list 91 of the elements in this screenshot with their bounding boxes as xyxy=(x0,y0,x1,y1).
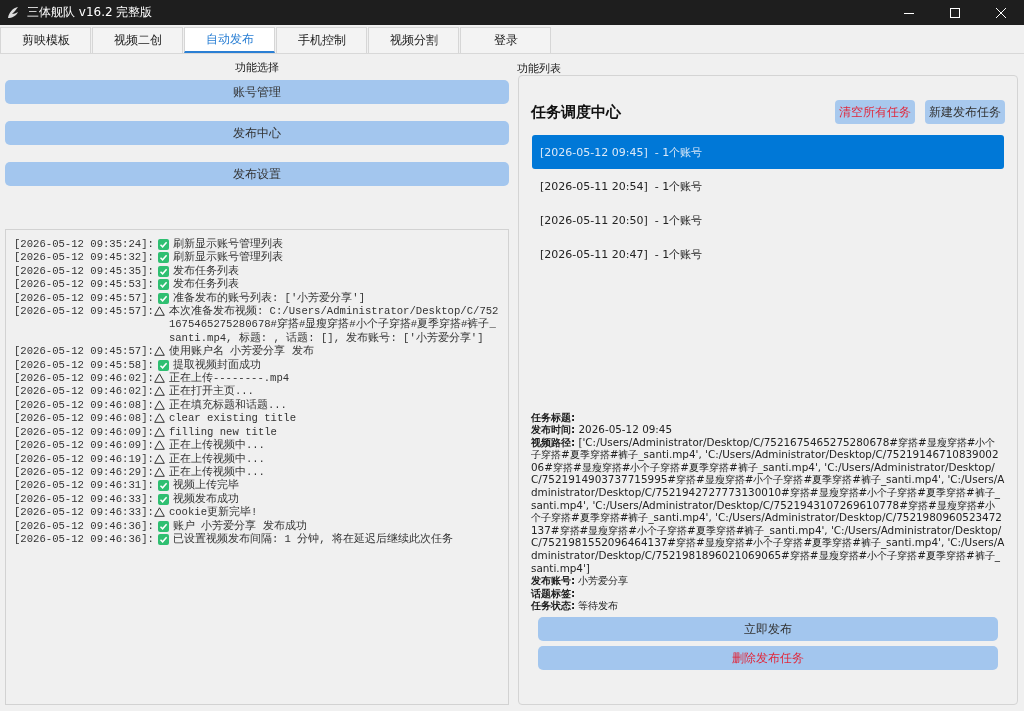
maximize-icon xyxy=(950,7,960,18)
check-icon xyxy=(157,520,169,532)
warning-icon xyxy=(153,373,165,384)
function-button[interactable]: 账号管理 xyxy=(5,80,509,104)
warning-icon xyxy=(153,399,165,410)
log-timestamp: [2026-05-12 09:45:57]: xyxy=(14,345,154,359)
log-timestamp: [2026-05-12 09:45:53]: xyxy=(14,278,154,292)
warning-icon xyxy=(153,386,165,397)
log-timestamp: [2026-05-12 09:45:57]: xyxy=(14,305,154,319)
warning-icon xyxy=(153,426,165,437)
log-message: filling new title xyxy=(168,425,278,439)
check-icon xyxy=(157,252,169,264)
warning-icon xyxy=(153,306,165,317)
warning-icon xyxy=(153,507,165,518)
check-icon xyxy=(157,239,169,250)
check-icon xyxy=(157,480,169,492)
log-message: 正在上传视频中... xyxy=(168,439,266,453)
task-item[interactable]: [2026-05-11 20:47] - 1个账号 xyxy=(532,237,1004,271)
log-message: cookie更新完毕! xyxy=(168,506,259,520)
task-item[interactable]: [2026-05-12 09:45] - 1个账号 xyxy=(532,135,1004,169)
warning-icon xyxy=(153,413,165,424)
tab[interactable]: 视频二创 xyxy=(92,27,183,53)
warning-icon xyxy=(153,440,165,451)
tab[interactable]: 视频分割 xyxy=(368,27,459,53)
task-detail: 发布账号: 小芳爱分享 xyxy=(531,574,630,587)
task-detail: 话题标签: xyxy=(531,586,577,600)
log-timestamp: [2026-05-12 09:46:33]: xyxy=(14,506,154,520)
function-button[interactable]: 发布设置 xyxy=(5,162,509,186)
log-message: 发布任务列表 xyxy=(172,278,240,292)
task-detail: 任务状态: 等待发布 xyxy=(531,599,620,612)
tab[interactable]: 剪映模板 xyxy=(0,27,91,53)
log-timestamp: [2026-05-12 09:46:36]: xyxy=(14,532,154,547)
check-icon xyxy=(157,493,169,505)
check-icon xyxy=(157,265,169,277)
log-message: 使用账户名 小芳爱分享 发布 xyxy=(168,345,315,359)
log-timestamp: [2026-05-12 09:46:33]: xyxy=(14,492,154,507)
task-detail: 视频路径: ['C:/Users/Administrator/Desktop/C/7521675465275280678#穿搭#显瘦穿搭#小个子穿搭#夏季穿搭#裤子_santi.mp4', 'C:/Users/Administrator/Desktop/C/7521914671083900206#穿搭#显瘦穿搭#小个子穿搭#夏季穿搭#裤子_santi.mp4', 'C:/Users/Administrator/Desktop/C/7521914903737715995#穿搭#显瘦穿搭#小个子穿搭#夏季穿搭#裤子_santi.mp4', 'C:/Users/Administrator/Desktop/C/7521942727773130010#穿搭#显瘦穿搭#小个子穿搭#夏季穿搭#裤子_santi.mp4', 'C:/Users/Administrator/Desktop/C/7521943107269610778#穿搭#显瘦穿搭#小个子穿搭#夏季穿搭#裤子_santi.mp4', 'C:/Users/Administrator/Desktop/C/7521980960523472137#穿搭#显瘦穿搭#小个子穿搭#夏季穿搭#裤子_santi.mp4', 'C:/Users/Administrator/Desktop/C/7521981552096464137#穿搭#显瘦穿搭#小个子穿搭#夏季穿搭#裤子_santi.mp4', 'C:/Users/Administrator/Desktop/C/7521981896021069065#穿搭#显瘦穿搭#小个子穿搭#夏季穿搭#裤子_santi.mp4'] xyxy=(531,435,1005,575)
warning-icon xyxy=(153,453,165,464)
panel-heading: 任务调度中心 xyxy=(531,102,622,122)
warning-icon xyxy=(153,466,165,477)
check-icon xyxy=(157,279,169,291)
section-title: 功能选择 xyxy=(235,60,279,76)
log-message: 正在上传视频中... xyxy=(168,452,266,466)
log-message: 视频上传完毕 xyxy=(172,479,240,493)
log-timestamp: [2026-05-12 09:46:08]: xyxy=(14,398,154,413)
log-message: 刷新显示账号管理列表 xyxy=(172,238,284,251)
group-title: 功能列表 xyxy=(517,61,562,75)
check-icon xyxy=(157,292,169,304)
log-timestamp: [2026-05-12 09:46:02]: xyxy=(14,385,154,399)
log-timestamp: [2026-05-12 09:46:02]: xyxy=(14,372,154,386)
tab[interactable]: 登录 xyxy=(460,27,551,53)
warning-icon xyxy=(153,346,165,357)
task-item[interactable]: [2026-05-11 20:50] - 1个账号 xyxy=(532,203,1004,237)
function-button[interactable]: 发布中心 xyxy=(5,121,509,145)
log-message: 正在上传--------.mp4 xyxy=(168,372,291,385)
close-icon xyxy=(996,7,1006,18)
task-detail: 发布时间: 2026-05-12 09:45 xyxy=(531,423,674,436)
log-message: 发布任务列表 xyxy=(172,264,240,278)
log-timestamp: [2026-05-12 09:46:29]: xyxy=(14,465,154,480)
log-timestamp: [2026-05-12 09:46:08]: xyxy=(14,412,154,426)
log-message: 视频发布成功 xyxy=(172,492,240,506)
log-message: 本次准备发布视频: C:/Users/Administrator/Desktop/C/7521675465275280678#穿搭#显瘦穿搭#小个子穿搭#夏季穿搭#裤子_santi.mp4, 标题: , 话题: [], 发布账号: ['小芳爱分享'] xyxy=(168,305,500,345)
log-timestamp: [2026-05-12 09:45:32]: xyxy=(14,251,154,265)
log-message: 提取视频封面成功 xyxy=(172,358,262,372)
tab[interactable]: 自动发布 xyxy=(184,27,275,53)
log-timestamp: [2026-05-12 09:46:36]: xyxy=(14,519,154,533)
check-icon xyxy=(157,533,169,545)
tab[interactable]: 手机控制 xyxy=(276,27,367,53)
task-item[interactable]: [2026-05-11 20:54] - 1个账号 xyxy=(532,169,1004,203)
log-message: clear existing title xyxy=(168,412,298,426)
check-icon xyxy=(157,359,169,371)
log-message: 准备发布的账号列表: ['小芳爱分享'] xyxy=(172,291,367,305)
publish-now-button[interactable]: 立即发布 xyxy=(538,617,998,641)
log-timestamp: [2026-05-12 09:45:35]: xyxy=(14,264,154,279)
log-timestamp: [2026-05-12 09:46:09]: xyxy=(14,425,154,440)
log-message: 正在上传视频中... xyxy=(168,465,266,479)
app-logo-icon xyxy=(6,5,20,20)
new-task-button[interactable]: 新建发布任务 xyxy=(925,100,1005,124)
log-message: 账户 小芳爱分享 发布成功 xyxy=(172,519,308,533)
log-message: 已设置视频发布间隔: 1 分钟, 将在延迟后继续此次任务 xyxy=(172,532,455,547)
log-timestamp: [2026-05-12 09:46:19]: xyxy=(14,452,154,466)
log-message: 刷新显示账号管理列表 xyxy=(172,251,284,265)
log-timestamp: [2026-05-12 09:35:24]: xyxy=(14,238,154,252)
window-title: 三体舰队 v16.2 完整版 xyxy=(27,4,154,21)
task-detail: 任务标题: xyxy=(531,410,577,424)
log-message: 正在打开主页... xyxy=(168,385,255,399)
log-timestamp: [2026-05-12 09:45:58]: xyxy=(14,358,154,373)
log-timestamp: [2026-05-12 09:46:31]: xyxy=(14,479,154,493)
log-timestamp: [2026-05-12 09:45:57]: xyxy=(14,291,154,306)
log-message: 正在填充标题和话题... xyxy=(168,398,288,413)
log-timestamp: [2026-05-12 09:46:09]: xyxy=(14,439,154,453)
